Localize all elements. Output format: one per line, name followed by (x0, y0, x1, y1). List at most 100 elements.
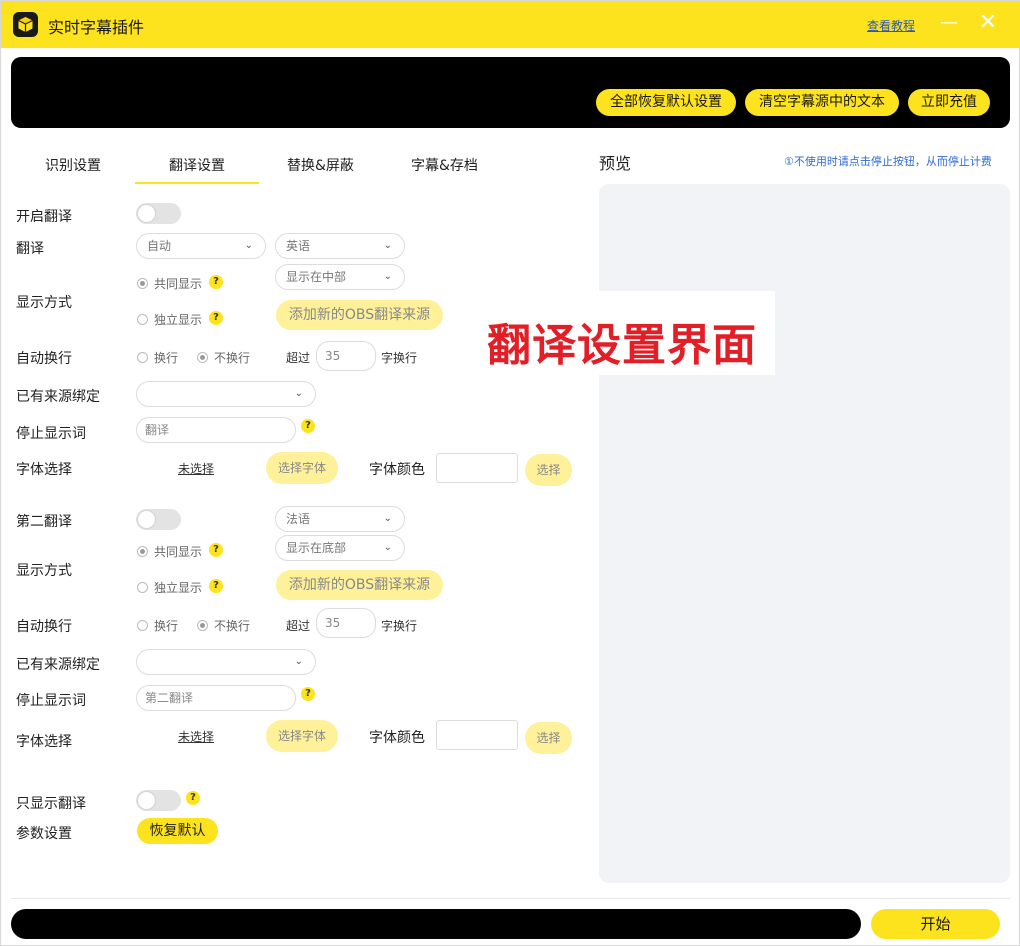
enable-translation-toggle[interactable] (136, 203, 181, 224)
select-font-button[interactable]: 选择字体 (266, 452, 338, 484)
exceed-label: 超过 (286, 351, 311, 365)
second-select-color-button[interactable]: 选择 (525, 722, 572, 754)
toggle-knob (138, 792, 155, 809)
font-value[interactable]: 未选择 (178, 460, 214, 477)
radio-checked-icon (197, 620, 208, 631)
second-auto-wrap-label: 自动换行 (16, 619, 72, 635)
toggle-knob (138, 511, 155, 528)
second-font-value[interactable]: 未选择 (178, 728, 214, 745)
display-mode-label: 显示方式 (16, 295, 72, 311)
status-bar (11, 909, 861, 939)
help-icon[interactable]: ? (301, 687, 315, 701)
app-window: 实时字幕插件 查看教程 — ✕ 全部恢复默认设置 清空字幕源中的文本 立即充值 … (0, 0, 1020, 946)
preview-title: 预览 (599, 154, 632, 173)
app-title: 实时字幕插件 (48, 18, 145, 37)
help-icon[interactable]: ? (186, 791, 200, 805)
joint-display-label: 共同显示 (154, 277, 203, 291)
bound-source-select[interactable]: ⌄ (136, 381, 316, 407)
tab-recognition[interactable]: 识别设置 (45, 155, 101, 175)
chevron-down-icon: ⌄ (383, 513, 392, 524)
second-stop-words-input[interactable]: 第二翻译 (136, 685, 296, 711)
second-bound-source-label: 已有来源绑定 (16, 657, 100, 673)
second-display-position-select[interactable]: 显示在底部 ⌄ (275, 535, 405, 561)
no-wrap-label: 不换行 (214, 351, 251, 365)
second-joint-display-radio[interactable]: 共同显示 (137, 543, 202, 560)
chevron-down-icon: ⌄ (383, 542, 392, 553)
second-font-color-label: 字体颜色 (369, 730, 425, 746)
second-font-select-label: 字体选择 (16, 734, 72, 750)
radio-unchecked-icon (137, 582, 148, 593)
tab-replace-block[interactable]: 替换&屏蔽 (287, 155, 354, 175)
joint-display-radio[interactable]: 共同显示 (137, 275, 202, 292)
second-add-obs-source-button[interactable]: 添加新的OBS翻译来源 (276, 570, 443, 600)
second-bound-source-select[interactable]: ⌄ (136, 649, 316, 675)
help-icon[interactable]: ? (209, 275, 223, 289)
source-language-select[interactable]: 自动 ⌄ (136, 233, 266, 259)
display-position-select[interactable]: 显示在中部 ⌄ (275, 264, 405, 290)
second-display-mode-label: 显示方式 (16, 563, 72, 579)
reset-all-button[interactable]: 全部恢复默认设置 (596, 89, 736, 116)
second-translation-toggle[interactable] (136, 509, 181, 530)
active-tab-indicator (135, 182, 259, 184)
clear-text-button[interactable]: 清空字幕源中的文本 (745, 89, 899, 116)
second-font-color-swatch[interactable] (436, 720, 518, 750)
help-icon[interactable]: ? (209, 579, 223, 593)
close-icon[interactable]: ✕ (978, 11, 998, 35)
second-no-wrap-radio[interactable]: 不换行 (197, 617, 250, 634)
start-button[interactable]: 开始 (871, 909, 1000, 939)
help-icon[interactable]: ? (301, 419, 315, 433)
annotation-overlay: 翻译设置界面 (479, 291, 775, 375)
separate-display-radio[interactable]: 独立显示 (137, 311, 202, 328)
wrap-label: 换行 (154, 351, 179, 365)
top-banner: 全部恢复默认设置 清空字幕源中的文本 立即充值 (11, 57, 1010, 128)
radio-checked-icon (197, 352, 208, 363)
second-select-font-button[interactable]: 选择字体 (266, 720, 338, 752)
only-translation-toggle[interactable] (136, 790, 181, 811)
chevron-down-icon: ⌄ (383, 271, 392, 282)
help-icon[interactable]: ? (209, 311, 223, 325)
toggle-knob (138, 205, 155, 222)
restore-default-button[interactable]: 恢复默认 (137, 818, 218, 844)
second-target-language-select[interactable]: 法语 ⌄ (275, 506, 405, 532)
no-wrap-radio[interactable]: 不换行 (197, 349, 250, 366)
add-obs-source-button[interactable]: 添加新的OBS翻译来源 (276, 300, 443, 330)
second-separate-display-label: 独立显示 (154, 581, 203, 595)
second-wrap-count-input[interactable]: 35 (316, 608, 376, 638)
app-logo-icon (13, 12, 38, 37)
minimize-icon[interactable]: — (939, 13, 959, 33)
tutorial-link[interactable]: 查看教程 (867, 17, 915, 34)
preview-panel (599, 184, 1010, 883)
tab-subtitle-archive[interactable]: 字幕&存档 (411, 155, 478, 175)
chevron-down-icon: ⌄ (244, 240, 253, 251)
chars-wrap-label: 字换行 (381, 351, 418, 365)
chevron-down-icon: ⌄ (294, 388, 303, 399)
second-wrap-label: 换行 (154, 619, 179, 633)
tab-translation[interactable]: 翻译设置 (169, 155, 225, 175)
chevron-down-icon: ⌄ (383, 240, 392, 251)
auto-wrap-label: 自动换行 (16, 351, 72, 367)
help-icon[interactable]: ? (209, 543, 223, 557)
second-separate-display-radio[interactable]: 独立显示 (137, 579, 202, 596)
display-position-value: 显示在中部 (286, 270, 347, 284)
separate-display-label: 独立显示 (154, 313, 203, 327)
second-no-wrap-label: 不换行 (214, 619, 251, 633)
font-color-swatch[interactable] (436, 453, 518, 483)
radio-unchecked-icon (137, 620, 148, 631)
annotation-text: 翻译设置界面 (487, 320, 757, 371)
radio-checked-icon (137, 278, 148, 289)
second-chars-wrap-label: 字换行 (381, 619, 418, 633)
second-exceed-label: 超过 (286, 619, 311, 633)
target-language-select[interactable]: 英语 ⌄ (275, 233, 405, 259)
title-bar[interactable]: 实时字幕插件 查看教程 — ✕ (1, 1, 1020, 48)
stop-words-label: 停止显示词 (16, 426, 86, 442)
stop-words-input[interactable]: 翻译 (136, 417, 296, 443)
second-wrap-radio[interactable]: 换行 (137, 617, 178, 634)
second-joint-display-label: 共同显示 (154, 545, 203, 559)
wrap-radio[interactable]: 换行 (137, 349, 178, 366)
radio-checked-icon (137, 546, 148, 557)
font-color-label: 字体颜色 (369, 462, 425, 478)
select-color-button[interactable]: 选择 (525, 454, 572, 486)
wrap-count-input[interactable]: 35 (316, 341, 376, 371)
recharge-button[interactable]: 立即充值 (908, 89, 990, 116)
second-display-position-value: 显示在底部 (286, 541, 347, 555)
